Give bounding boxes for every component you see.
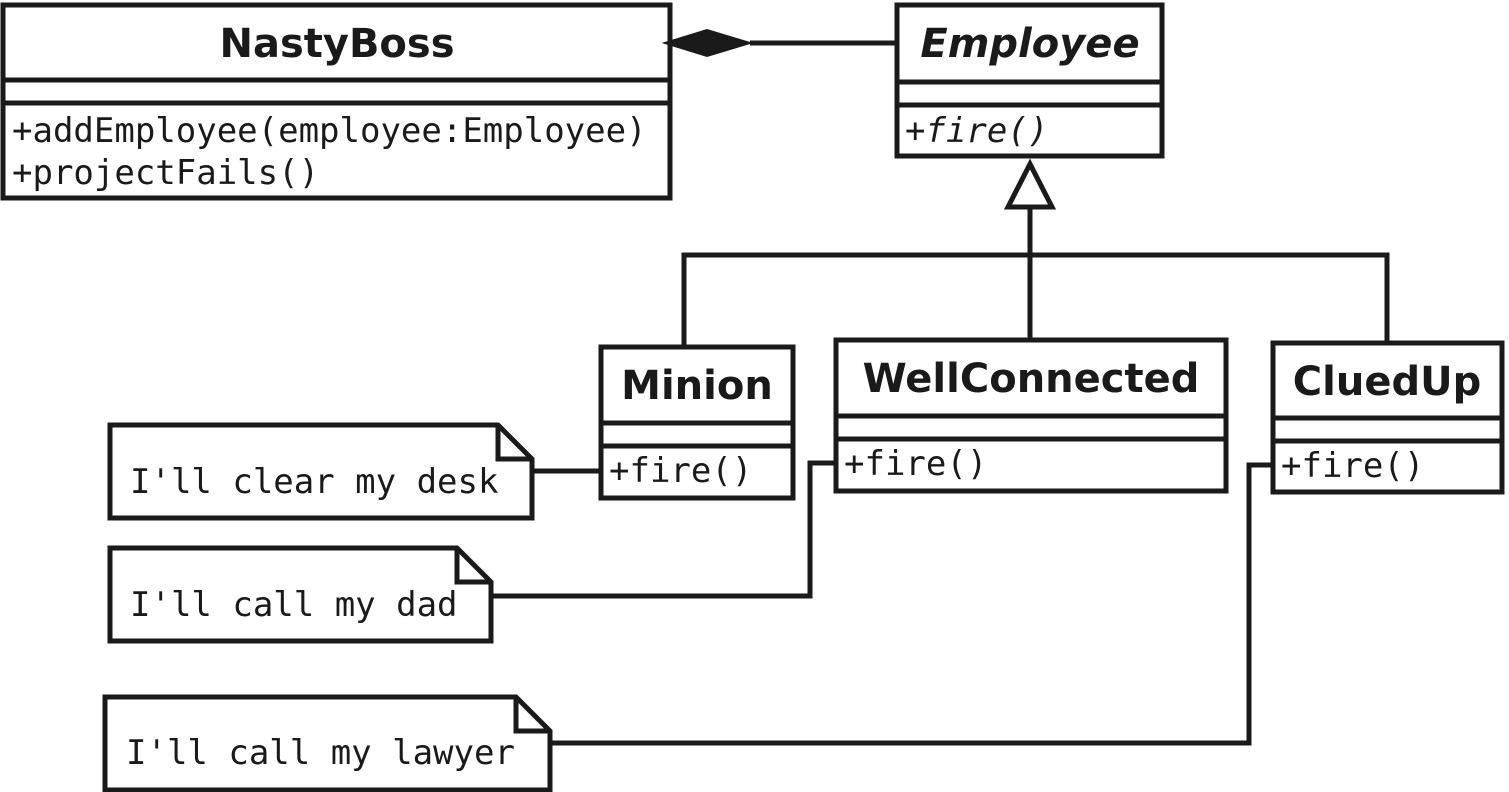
class-name: Employee [920,21,1139,67]
note-text: I'll call my lawyer [126,733,515,773]
note-anchor [550,462,1273,746]
class-cluedup: CluedUp +fire() [1270,340,1505,495]
method: +fire() [609,451,752,491]
class-wellconnected: WellConnected +fire() [833,337,1229,494]
class-name: NastyBoss [219,21,454,67]
hollow-triangle-icon [1003,158,1057,210]
class-employee: Employee +fire() [894,2,1165,159]
uml-class-diagram: NastyBoss +addEmployee(employee:Employee… [0,2,1505,792]
method: +fire() [844,444,987,484]
filled-diamond-icon [661,28,754,58]
class-name: WellConnected [863,356,1200,402]
note-text: I'll clear my desk [130,462,498,502]
note-minion: I'll clear my desk [107,422,601,521]
method: +fire() [1281,446,1424,486]
generalization [681,158,1390,347]
method: +projectFails() [12,153,319,193]
class-name: Minion [621,363,773,409]
method: +addEmployee(employee:Employee) [12,111,647,151]
method: +fire() [905,111,1048,151]
composition-association [661,28,897,58]
class-nastyboss: NastyBoss +addEmployee(employee:Employee… [0,2,673,201]
note-text: I'll call my dad [130,585,458,625]
class-minion: Minion +fire() [598,344,796,501]
class-name: CluedUp [1293,359,1481,405]
